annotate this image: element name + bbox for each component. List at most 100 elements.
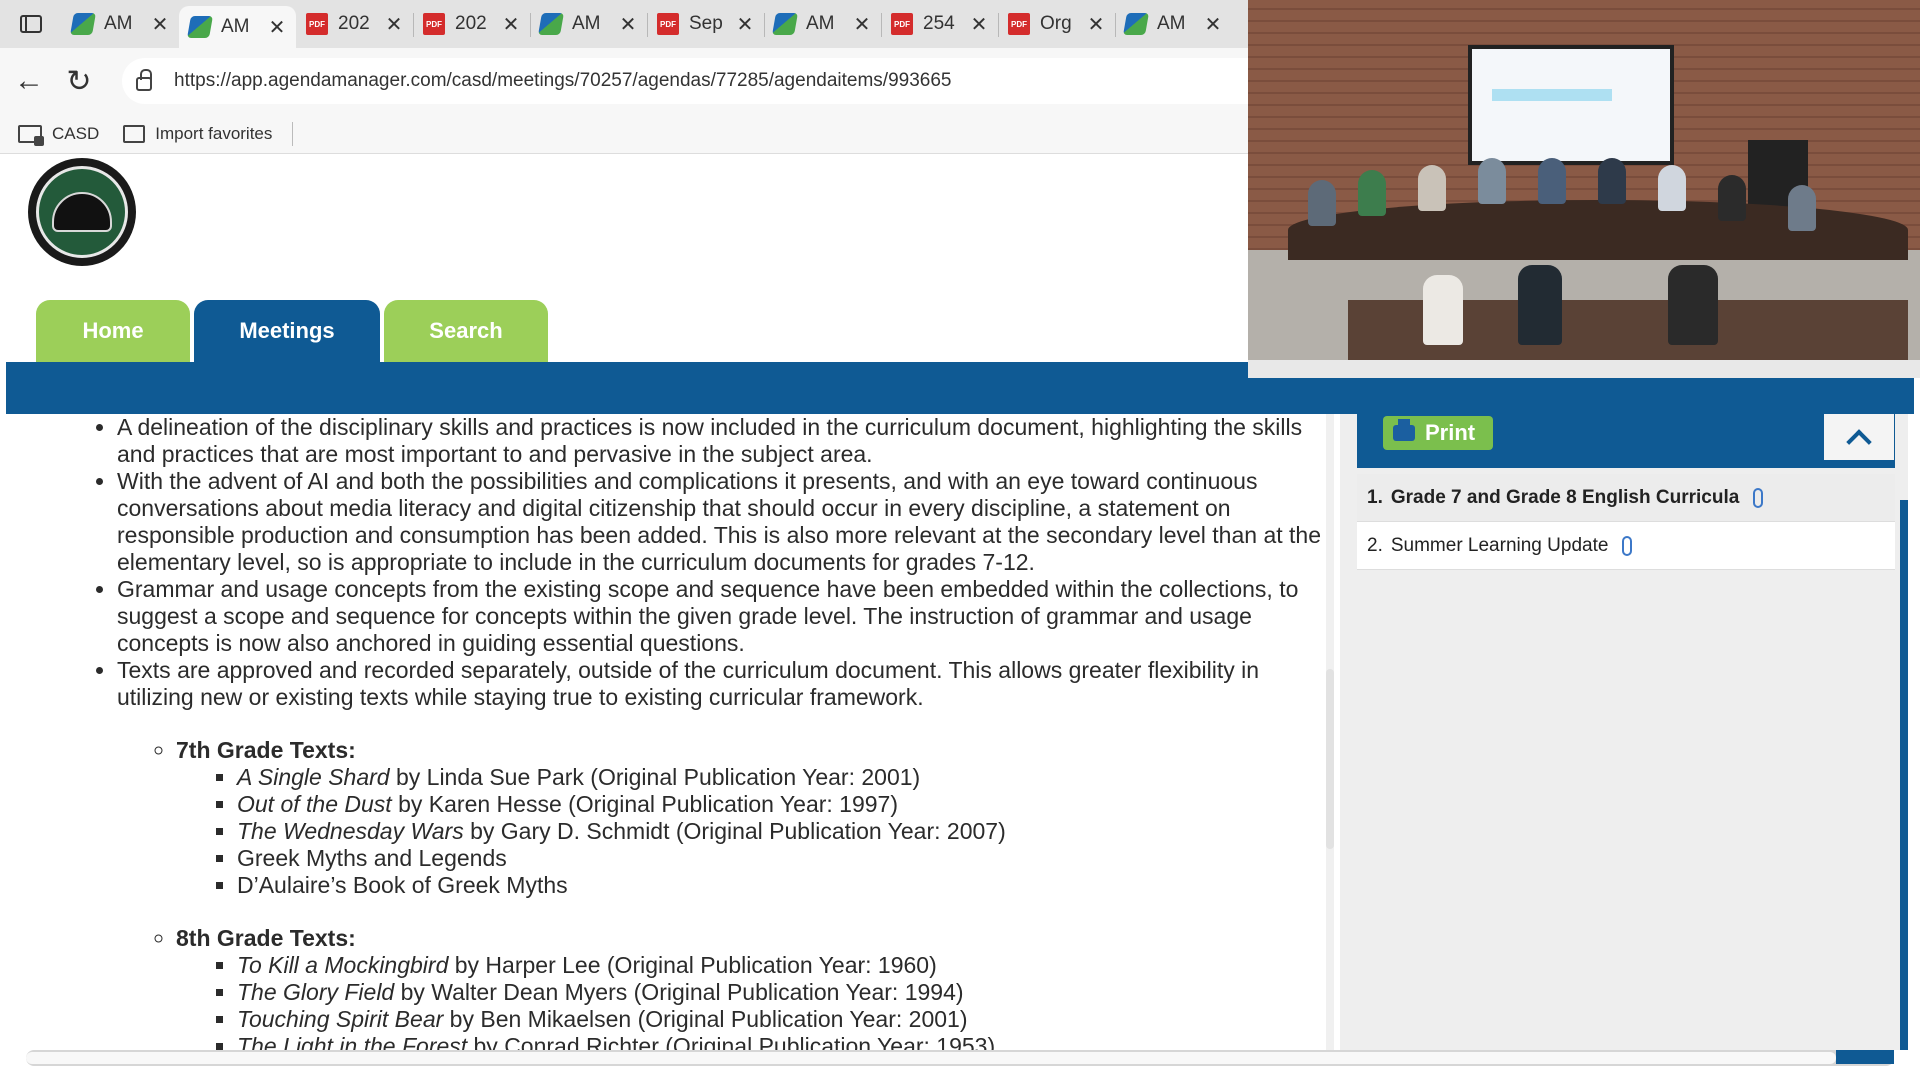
tab-list: AM ✕ AM ✕ PDF 202 ✕ PDF 202 ✕ AM ✕ PDF Sep ✕ AM ✕ PDF 254 ✕… [62,0,1232,48]
book-title: The Glory Field [237,979,395,1005]
site-nav: Home Meetings Search [36,300,548,362]
school-district-seal-icon[interactable] [28,158,136,266]
browser-tab[interactable]: PDF 202 ✕ [296,4,413,44]
video-bottom-bar [1248,360,1920,378]
summary-bullet: With the advent of AI and both the possi… [117,468,1321,576]
book-title: The Light in the Forest [237,1033,468,1050]
agenda-item-1[interactable]: 1. Grade 7 and Grade 8 English Curricula [1357,474,1895,522]
board-member [1478,158,1506,204]
tab-actions-icon [20,15,42,33]
close-icon[interactable]: ✕ [1204,12,1222,37]
book-title: Out of the Dust [237,791,392,817]
close-icon[interactable]: ✕ [619,12,637,37]
collapse-panel-button[interactable] [1824,414,1894,460]
nav-home-tab[interactable]: Home [36,300,190,362]
browser-tab[interactable]: PDF 202 ✕ [413,4,530,44]
close-icon[interactable]: ✕ [853,12,871,37]
pdf-file-icon: PDF [657,13,679,35]
browser-tab[interactable]: PDF 254 ✕ [881,4,998,44]
tab-title: 202 [338,13,370,34]
pdf-file-icon: PDF [423,13,445,35]
nav-search-tab[interactable]: Search [384,300,548,362]
grade7-text-list: A Single Shard by Linda Sue Park (Origin… [176,764,1321,899]
print-button[interactable]: Print [1383,416,1493,450]
close-icon[interactable]: ✕ [502,12,520,37]
favorite-label: CASD [52,123,100,143]
print-label: Print [1425,420,1476,445]
close-icon[interactable]: ✕ [268,15,286,40]
browser-tab[interactable]: PDF Org ✕ [998,4,1115,44]
close-icon[interactable]: ✕ [736,12,754,37]
browser-tab[interactable]: AM ✕ [530,4,647,44]
paperclip-icon[interactable] [1622,535,1633,556]
agendamanager-favicon-icon [70,13,96,35]
favorite-casd-folder[interactable]: CASD [18,123,100,146]
browser-tab[interactable]: AM ✕ [764,4,881,44]
tab-title: AM [221,16,250,37]
pdf-file-icon: PDF [891,13,913,35]
horizontal-scrollbar-thumb[interactable] [26,1052,1836,1064]
content-scrollbar-thumb[interactable] [1326,669,1334,849]
book-title: The Wednesday Wars [237,818,464,844]
address-row: ← ↻ https://app.agendamanager.com/casd/m… [0,48,1248,114]
content-scrollbar[interactable] [1326,414,1334,1050]
tab-title: 254 [923,13,955,34]
board-member [1788,185,1816,231]
nav-meetings-tab[interactable]: Meetings [194,300,380,362]
tab-title: AM [572,13,601,34]
summary-bullet-list: A delineation of the disciplinary skills… [26,414,1321,711]
book-details: by Linda Sue Park (Original Publication … [389,764,921,790]
favorite-label: Import favorites [155,123,273,143]
tab-title: AM [104,13,133,34]
agenda-item-content: A delineation of the disciplinary skills… [26,414,1326,1050]
board-member [1308,180,1336,226]
book-details: Greek Myths and Legends [237,845,507,871]
tab-title: AM [1157,13,1186,34]
reload-button[interactable]: ↻ [58,60,100,102]
back-button[interactable]: ← [8,60,50,102]
paperclip-icon[interactable] [1753,487,1764,508]
browser-tab[interactable]: AM ✕ [62,4,179,44]
import-favorites-button[interactable]: Import favorites [123,124,272,144]
horizontal-scrollbar[interactable] [26,1050,1894,1066]
tab-actions-button[interactable] [0,0,62,48]
agenda-item-number: 1. [1367,486,1383,508]
printer-icon [1393,419,1415,441]
text-list-item: D’Aulaire’s Book of Greek Myths [237,872,1321,899]
lock-icon[interactable] [136,69,152,91]
board-member [1598,158,1626,204]
address-bar[interactable]: https://app.agendamanager.com/casd/meeti… [122,58,1248,104]
book-details: by Gary D. Schmidt (Original Publication… [463,818,1006,844]
summary-bullet: Texts are approved and recorded separate… [117,657,1321,711]
url-text[interactable]: https://app.agendamanager.com/casd/meeti… [174,70,951,92]
agenda-item-2[interactable]: 2. Summer Learning Update [1357,522,1895,570]
logo-bison-emblem [52,192,112,232]
browser-tab[interactable]: AM ✕ [1115,4,1232,44]
favorites-divider [292,121,294,146]
tab-title: Sep [689,13,723,34]
logo-ring [36,166,128,258]
chevron-up-icon [1846,429,1872,455]
agendamanager-favicon-icon [538,13,564,35]
board-member [1418,165,1446,211]
audience-member [1518,265,1562,345]
side-panel-scrollbar[interactable] [1900,500,1908,1050]
audience-member [1423,275,1463,345]
close-icon[interactable]: ✕ [1087,12,1105,37]
close-icon[interactable]: ✕ [385,12,403,37]
close-icon[interactable]: ✕ [151,12,169,37]
text-list-item: A Single Shard by Linda Sue Park (Origin… [237,764,1321,791]
summary-bullet: A delineation of the disciplinary skills… [117,414,1321,468]
folder-icon [18,124,44,146]
close-icon[interactable]: ✕ [970,12,988,37]
tab-strip: AM ✕ AM ✕ PDF 202 ✕ PDF 202 ✕ AM ✕ PDF Sep ✕ AM ✕ PDF 254 ✕… [0,0,1248,48]
agenda-item-label: Summer Learning Update [1390,534,1609,556]
browser-tab[interactable]: AM ✕ [179,6,296,48]
meeting-video-overlay[interactable] [1248,0,1920,378]
grade8-section: 8th Grade Texts: To Kill a Mockingbird b… [26,925,1321,1050]
browser-tab[interactable]: PDF Sep ✕ [647,4,764,44]
grade8-text-list: To Kill a Mockingbird by Harper Lee (Ori… [176,952,1321,1050]
grade8-heading: 8th Grade Texts: [176,925,356,951]
agendamanager-favicon-icon [772,13,798,35]
agenda-item-body: A delineation of the disciplinary skills… [26,414,1321,1050]
